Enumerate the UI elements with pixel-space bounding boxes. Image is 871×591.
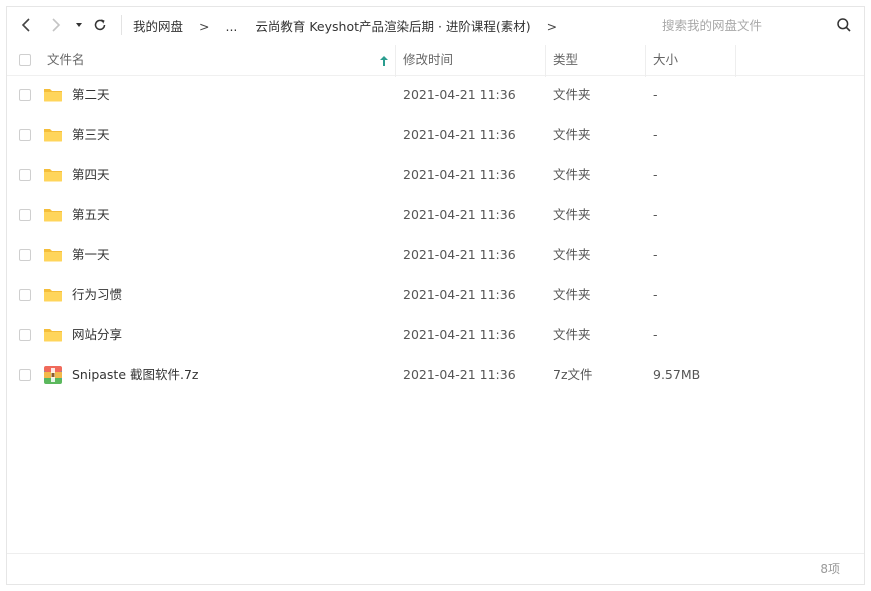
column-divider[interactable]	[545, 45, 546, 77]
row-checkbox[interactable]	[19, 129, 31, 141]
item-count: 8项	[820, 562, 840, 576]
back-button[interactable]	[17, 15, 37, 35]
refresh-button[interactable]	[90, 15, 110, 35]
breadcrumb-item-ellipsis[interactable]: ...	[225, 19, 237, 34]
folder-icon	[44, 329, 62, 342]
file-modified: 2021-04-21 11:36	[403, 167, 516, 182]
file-name[interactable]: 第四天	[72, 155, 110, 195]
chevron-right-icon	[52, 18, 61, 32]
file-type: 文件夹	[553, 127, 591, 142]
file-modified: 2021-04-21 11:36	[403, 287, 516, 302]
row-checkbox[interactable]	[19, 249, 31, 261]
file-size: 9.57MB	[653, 367, 701, 382]
file-name[interactable]: 第二天	[72, 75, 110, 115]
file-modified: 2021-04-21 11:36	[403, 327, 516, 342]
file-row[interactable]: 第三天 2021-04-21 11:36 文件夹 -	[7, 115, 864, 155]
row-checkbox[interactable]	[19, 209, 31, 221]
refresh-icon	[94, 19, 106, 31]
file-size: -	[653, 327, 658, 342]
file-size: -	[653, 287, 658, 302]
column-header: 文件名 修改时间 类型 大小	[7, 45, 864, 77]
folder-icon	[44, 249, 62, 262]
forward-button[interactable]	[45, 15, 65, 35]
file-name[interactable]: 第五天	[72, 195, 110, 235]
file-size: -	[653, 87, 658, 102]
breadcrumb-item-current[interactable]: 云尚教育 Keyshot产品渲染后期 · 进阶课程(素材)	[255, 16, 530, 35]
toolbar-divider	[121, 15, 122, 35]
file-row[interactable]: 第四天 2021-04-21 11:36 文件夹 -	[7, 155, 864, 195]
file-type: 7z文件	[553, 367, 593, 382]
column-divider[interactable]	[395, 45, 396, 77]
row-checkbox[interactable]	[19, 289, 31, 301]
row-checkbox[interactable]	[19, 329, 31, 341]
folder-icon	[44, 289, 62, 302]
file-type: 文件夹	[553, 207, 591, 222]
row-checkbox[interactable]	[19, 89, 31, 101]
file-modified: 2021-04-21 11:36	[403, 127, 516, 142]
search-icon[interactable]	[836, 17, 852, 33]
file-row[interactable]: Snipaste 截图软件.7z 2021-04-21 11:36 7z文件 9…	[7, 355, 864, 395]
select-all-checkbox[interactable]	[19, 54, 31, 66]
search-box	[652, 11, 860, 39]
folder-icon	[44, 209, 62, 222]
column-size[interactable]: 大小	[653, 45, 678, 75]
search-input[interactable]	[652, 11, 832, 39]
toolbar: 我的网盘 > ... 云尚教育 Keyshot产品渲染后期 · 进阶课程(素材)…	[7, 7, 864, 45]
breadcrumb-item-root[interactable]: 我的网盘	[133, 16, 183, 35]
breadcrumb-separator: >	[199, 19, 210, 34]
file-modified: 2021-04-21 11:36	[403, 207, 516, 222]
file-row[interactable]: 行为习惯 2021-04-21 11:36 文件夹 -	[7, 275, 864, 315]
caret-down-icon	[76, 23, 82, 27]
file-browser-window: 我的网盘 > ... 云尚教育 Keyshot产品渲染后期 · 进阶课程(素材)…	[6, 6, 865, 585]
file-modified: 2021-04-21 11:36	[403, 247, 516, 262]
file-modified: 2021-04-21 11:36	[403, 367, 516, 382]
file-type: 文件夹	[553, 87, 591, 102]
file-name[interactable]: 网站分享	[72, 315, 122, 355]
file-row[interactable]: 网站分享 2021-04-21 11:36 文件夹 -	[7, 315, 864, 355]
breadcrumb-separator: >	[546, 19, 558, 34]
file-type: 文件夹	[553, 167, 591, 182]
file-name[interactable]: 第一天	[72, 235, 110, 275]
file-name[interactable]: Snipaste 截图软件.7z	[72, 355, 199, 395]
column-divider[interactable]	[645, 45, 646, 77]
column-name[interactable]: 文件名	[47, 45, 85, 75]
archive-icon	[44, 366, 62, 384]
history-dropdown-button[interactable]	[69, 15, 89, 35]
column-type[interactable]: 类型	[553, 45, 578, 75]
file-size: -	[653, 127, 658, 142]
file-name[interactable]: 第三天	[72, 115, 110, 155]
status-bar: 8项	[7, 553, 864, 584]
file-size: -	[653, 207, 658, 222]
file-name[interactable]: 行为习惯	[72, 275, 122, 315]
column-modified[interactable]: 修改时间	[403, 45, 453, 75]
column-divider[interactable]	[735, 45, 736, 77]
breadcrumb: 我的网盘 > ... 云尚教育 Keyshot产品渲染后期 · 进阶课程(素材)…	[133, 16, 569, 35]
row-checkbox[interactable]	[19, 169, 31, 181]
file-size: -	[653, 247, 658, 262]
file-type: 文件夹	[553, 287, 591, 302]
chevron-left-icon	[21, 18, 30, 32]
folder-icon	[44, 129, 62, 142]
file-modified: 2021-04-21 11:36	[403, 87, 516, 102]
sort-ascending-icon[interactable]	[379, 55, 389, 67]
file-row[interactable]: 第五天 2021-04-21 11:36 文件夹 -	[7, 195, 864, 235]
file-type: 文件夹	[553, 327, 591, 342]
file-row[interactable]: 第二天 2021-04-21 11:36 文件夹 -	[7, 75, 864, 115]
file-row[interactable]: 第一天 2021-04-21 11:36 文件夹 -	[7, 235, 864, 275]
folder-icon	[44, 89, 62, 102]
row-checkbox[interactable]	[19, 369, 31, 381]
file-size: -	[653, 167, 658, 182]
file-type: 文件夹	[553, 247, 591, 262]
folder-icon	[44, 169, 62, 182]
